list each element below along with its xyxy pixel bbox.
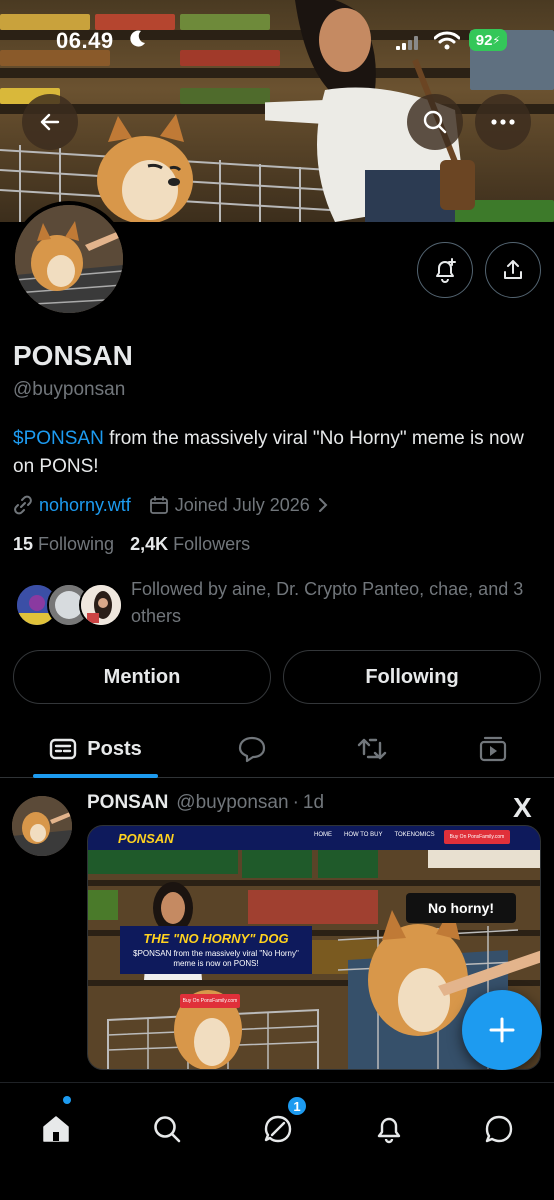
- bell-plus-icon: [436, 258, 456, 283]
- media-nav-link: TOKENOMICS: [394, 832, 435, 838]
- arrow-left-icon: [40, 113, 60, 131]
- post-avatar-image: [12, 796, 72, 856]
- post-author-name[interactable]: PONSAN: [87, 792, 168, 814]
- separator-dot: ·: [292, 792, 299, 813]
- search-button[interactable]: [407, 94, 463, 150]
- followers-count: 2,4K: [130, 534, 169, 554]
- moon-icon: [130, 30, 145, 47]
- media-subheadline: $PONSAN from the massively viral "No Hor…: [133, 949, 299, 968]
- avatar-image: [15, 205, 123, 313]
- notifications-subscribe-button[interactable]: [417, 242, 473, 298]
- share-button[interactable]: [485, 242, 541, 298]
- profile-bio: $PONSAN from the massively viral "No Hor…: [13, 425, 543, 481]
- follower-avatar: [79, 583, 123, 627]
- status-bar: 06.49 92 ⚡: [0, 0, 554, 80]
- wifi-icon: [434, 31, 460, 50]
- media-nav-link: HOME: [314, 832, 332, 838]
- media-nav-buy-button: Buy On PonsFamily.com: [444, 830, 510, 844]
- message-bubble-icon: [485, 1115, 513, 1143]
- nav-messages[interactable]: [471, 1101, 527, 1157]
- bottom-navigation: [0, 1082, 554, 1200]
- following-button[interactable]: Following: [283, 650, 541, 704]
- media-nav-link: HOW TO BUY: [344, 832, 383, 838]
- profile-website-link[interactable]: nohorny.wtf: [39, 495, 131, 516]
- followed-by-avatars[interactable]: [15, 583, 125, 629]
- share-upload-icon: [504, 260, 522, 279]
- media-brand-logo: PONSAN: [118, 830, 174, 846]
- media-headline: THE "NO HORNY" DOG: [143, 931, 289, 946]
- battery-level: 92: [475, 31, 493, 49]
- charging-bolt-icon: ⚡: [492, 34, 501, 47]
- tab-replies[interactable]: [224, 720, 280, 778]
- bell-icon: [377, 1117, 401, 1144]
- profile-avatar[interactable]: [11, 201, 127, 317]
- post-author-avatar[interactable]: [12, 796, 72, 856]
- posts-tab-icon: [50, 738, 77, 760]
- media-speech-bubble: No horny!: [406, 893, 516, 923]
- home-icon: [43, 1116, 69, 1142]
- media-site-nav: PONSAN HOME HOW TO BUY TOKENOMICS Buy On…: [88, 826, 540, 850]
- chat-slash-icon: [264, 1115, 292, 1143]
- x-logo-icon[interactable]: X: [513, 792, 532, 824]
- nav-home[interactable]: [28, 1101, 84, 1157]
- following-count-link[interactable]: 15 Following: [13, 534, 114, 555]
- tab-reposts[interactable]: [344, 720, 400, 778]
- profile-tabs: Posts: [0, 720, 554, 778]
- post-header: PONSAN @buyponsan · 1d: [87, 792, 324, 814]
- profile-joined-date: Joined July 2026: [174, 494, 310, 515]
- more-horizontal-icon: [491, 119, 515, 125]
- post-timestamp[interactable]: 1d: [303, 792, 324, 814]
- following-count: 15: [13, 534, 34, 554]
- followed-by-text[interactable]: Followed by aine, Dr. Crypto Panteo, cha…: [131, 576, 541, 630]
- notification-badge: 1: [286, 1095, 308, 1117]
- post-author-handle[interactable]: @buyponsan: [176, 792, 288, 814]
- media-nav-links: HOME HOW TO BUY TOKENOMICS: [314, 832, 435, 838]
- profile-meta: nohorny.wtf Joined July 2026: [13, 492, 328, 518]
- search-icon: [423, 110, 447, 134]
- media-video-icon: [479, 736, 507, 762]
- media-headline-box: THE "NO HORNY" DOG $PONSAN from the mass…: [120, 926, 312, 974]
- plus-icon: [489, 1017, 515, 1043]
- nav-notifications[interactable]: [361, 1101, 417, 1157]
- tab-posts-label: Posts: [87, 737, 142, 760]
- followers-count-label: Followers: [173, 534, 251, 554]
- media-buy-button: Buy On PonsFamily.com: [180, 994, 240, 1008]
- search-icon: [154, 1116, 181, 1143]
- cellular-signal-icon: [396, 36, 418, 50]
- chevron-right-icon[interactable]: [318, 497, 328, 513]
- profile-handle: @buyponsan: [13, 379, 126, 400]
- clock: 06.49: [56, 28, 114, 53]
- link-icon: [14, 495, 32, 515]
- calendar-icon: [149, 496, 168, 514]
- reply-bubble-icon: [238, 736, 266, 763]
- bio-cashtag-link[interactable]: $PONSAN: [13, 428, 104, 449]
- repost-icon: [357, 738, 387, 760]
- active-tab-indicator: [33, 774, 158, 778]
- compose-post-button[interactable]: [462, 990, 542, 1070]
- battery-indicator: 92 ⚡: [469, 29, 507, 51]
- profile-display-name: PONSAN: [13, 340, 133, 371]
- nav-explore[interactable]: [139, 1101, 195, 1157]
- home-unread-dot: [63, 1096, 71, 1104]
- followers-count-link[interactable]: 2,4K Followers: [130, 534, 250, 555]
- following-count-label: Following: [38, 534, 115, 554]
- back-button[interactable]: [22, 94, 78, 150]
- follow-counts: 15 Following 2,4K Followers: [13, 534, 266, 555]
- tab-posts[interactable]: Posts: [33, 720, 158, 778]
- mention-button[interactable]: Mention: [13, 650, 271, 704]
- more-options-button[interactable]: [475, 94, 531, 150]
- tab-media[interactable]: [465, 720, 521, 778]
